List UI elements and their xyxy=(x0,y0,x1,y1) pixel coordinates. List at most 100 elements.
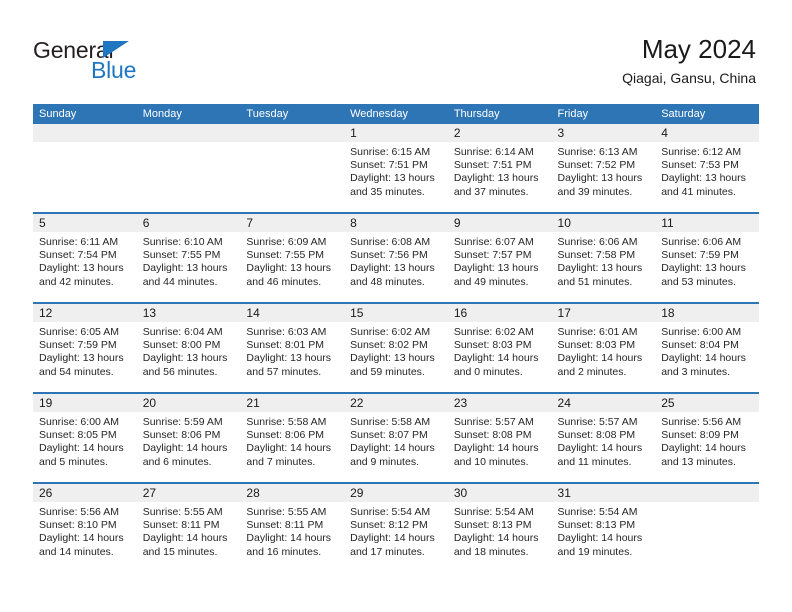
day-number[interactable]: 17 xyxy=(552,304,656,322)
day-cell[interactable]: Sunrise: 6:14 AM Sunset: 7:51 PM Daylight:… xyxy=(448,142,552,212)
day-number-row: 1234 xyxy=(33,124,759,142)
week-row: 19 20 21 22 23 24 25 Sunrise: 6:00 AM Sunset: 8:… xyxy=(33,392,759,482)
day-number[interactable]: 20 xyxy=(137,394,241,412)
sunrise-text: Sunrise: 6:09 AM xyxy=(246,236,327,248)
day-number-row: 5 6 7 8 9 10 11 xyxy=(33,214,759,232)
daylight-line1-text: Daylight: 13 hours xyxy=(453,172,539,185)
sunset-text: Sunset: 7:51 PM xyxy=(453,159,532,172)
daylight-line2-text: and 37 minutes. xyxy=(453,185,529,198)
day-number[interactable]: 22 xyxy=(344,394,448,412)
day-cell[interactable]: Sunrise: 6:01 AM Sunset: 8:03 PM Daylight:… xyxy=(552,322,656,392)
day-cell[interactable]: Sunrise: 5:57 AM Sunset: 8:08 PM Daylight:… xyxy=(552,412,656,482)
day-cell[interactable]: Sunrise: 6:02 AM Sunset: 8:02 PM Daylight:… xyxy=(344,322,448,392)
daylight-line2-text: and 44 minutes. xyxy=(142,275,218,288)
day-cell[interactable]: Sunrise: 6:06 AM Sunset: 7:58 PM Daylight:… xyxy=(552,232,656,302)
sunset-text: Sunset: 7:55 PM xyxy=(142,249,221,262)
day-number[interactable]: 19 xyxy=(33,394,137,412)
day-cell[interactable]: Sunrise: 6:07 AM Sunset: 7:57 PM Daylight:… xyxy=(448,232,552,302)
daylight-line2-text: and 48 minutes. xyxy=(350,275,425,288)
daylight-line2-text: and 59 minutes. xyxy=(350,365,425,378)
day-number[interactable]: 14 xyxy=(240,304,344,322)
day-cell[interactable]: Sunrise: 5:55 AM Sunset: 8:11 PM Daylight:… xyxy=(240,502,344,572)
sunrise-text: Sunrise: 6:14 AM xyxy=(453,146,534,158)
day-cell[interactable]: Sunrise: 5:56 AM Sunset: 8:10 PM Daylight:… xyxy=(33,502,137,572)
day-cell[interactable]: Sunrise: 5:58 AM Sunset: 8:06 PM Daylight:… xyxy=(240,412,344,482)
day-number[interactable]: 8 xyxy=(344,214,448,232)
day-detail-row: Sunrise: 6:00 AM Sunset: 8:05 PM Daylight:… xyxy=(33,412,759,482)
day-cell[interactable]: Sunrise: 5:59 AM Sunset: 8:06 PM Daylight:… xyxy=(137,412,241,482)
day-number[interactable]: 28 xyxy=(240,484,344,502)
day-cell[interactable]: Sunrise: 5:54 AM Sunset: 8:13 PM Daylight:… xyxy=(448,502,552,572)
day-number[interactable]: 7 xyxy=(240,214,344,232)
weekday-header-row: Sunday Monday Tuesday Wednesday Thursday Frid… xyxy=(33,104,759,124)
day-number[interactable]: 25 xyxy=(655,394,759,412)
day-cell[interactable]: Sunrise: 6:09 AM Sunset: 7:55 PM Daylight:… xyxy=(240,232,344,302)
day-number[interactable]: 5 xyxy=(33,214,137,232)
day-cell[interactable]: Sunrise: 6:06 AM Sunset: 7:59 PM Daylight:… xyxy=(655,232,759,302)
sunrise-text: Sunrise: 6:08 AM xyxy=(350,236,431,248)
daylight-line1-text: Daylight: 14 hours xyxy=(142,442,228,455)
sunset-text: Sunset: 8:13 PM xyxy=(453,519,532,532)
day-number[interactable]: 15 xyxy=(344,304,448,322)
day-number[interactable]: 13 xyxy=(137,304,241,322)
day-number[interactable]: 4 xyxy=(655,124,759,142)
day-number[interactable]: 6 xyxy=(137,214,241,232)
day-number[interactable]: 31 xyxy=(552,484,656,502)
day-cell[interactable]: Sunrise: 6:00 AM Sunset: 8:05 PM Daylight:… xyxy=(33,412,137,482)
day-cell[interactable]: Sunrise: 5:55 AM Sunset: 8:11 PM Daylight:… xyxy=(137,502,241,572)
day-number[interactable]: 18 xyxy=(655,304,759,322)
day-number xyxy=(655,484,759,502)
day-number[interactable]: 27 xyxy=(137,484,241,502)
sunrise-text: Sunrise: 5:54 AM xyxy=(350,506,431,518)
day-number[interactable]: 9 xyxy=(448,214,552,232)
day-cell[interactable]: Sunrise: 6:02 AM Sunset: 8:03 PM Daylight:… xyxy=(448,322,552,392)
daylight-line1-text: Daylight: 13 hours xyxy=(453,262,539,275)
sunset-text: Sunset: 7:57 PM xyxy=(453,249,532,262)
day-number[interactable]: 11 xyxy=(655,214,759,232)
day-number[interactable]: 2 xyxy=(448,124,552,142)
day-number[interactable]: 26 xyxy=(33,484,137,502)
sunset-text: Sunset: 7:59 PM xyxy=(661,249,739,262)
day-cell[interactable]: Sunrise: 6:00 AM Sunset: 8:04 PM Daylight:… xyxy=(655,322,759,392)
day-cell[interactable]: Sunrise: 6:11 AM Sunset: 7:54 PM Daylight:… xyxy=(33,232,137,302)
day-number[interactable]: 16 xyxy=(448,304,552,322)
day-number[interactable]: 10 xyxy=(552,214,656,232)
daylight-line1-text: Daylight: 14 hours xyxy=(453,442,539,455)
day-cell[interactable]: Sunrise: 5:57 AM Sunset: 8:08 PM Daylight:… xyxy=(448,412,552,482)
day-cell[interactable]: Sunrise: 5:54 AM Sunset: 8:13 PM Daylight:… xyxy=(552,502,656,572)
general-blue-logo[interactable]: General Blue xyxy=(33,38,213,84)
day-cell[interactable]: Sunrise: 6:13 AM Sunset: 7:52 PM Daylight:… xyxy=(552,142,656,212)
sunrise-text: Sunrise: 6:10 AM xyxy=(142,236,223,248)
day-cell[interactable]: Sunrise: 5:56 AM Sunset: 8:09 PM Daylight:… xyxy=(655,412,759,482)
day-number[interactable]: 24 xyxy=(552,394,656,412)
day-number xyxy=(137,124,241,142)
day-cell[interactable]: Sunrise: 6:15 AM Sunset: 7:51 PM Daylight:… xyxy=(344,142,448,212)
day-cell[interactable]: Sunrise: 5:58 AM Sunset: 8:07 PM Daylight:… xyxy=(344,412,448,482)
day-cell[interactable]: Sunrise: 5:54 AM Sunset: 8:12 PM Daylight:… xyxy=(344,502,448,572)
day-cell[interactable]: Sunrise: 6:10 AM Sunset: 7:55 PM Daylight:… xyxy=(137,232,241,302)
day-number[interactable]: 30 xyxy=(448,484,552,502)
week-row: 26 27 28 29 30 31 Sunrise: 5:56 AM Sunset: 8:10… xyxy=(33,482,759,572)
daylight-line1-text: Daylight: 14 hours xyxy=(39,442,124,455)
day-cell[interactable]: Sunrise: 6:03 AM Sunset: 8:01 PM Daylight:… xyxy=(240,322,344,392)
day-cell[interactable]: Sunrise: 6:05 AM Sunset: 7:59 PM Daylight:… xyxy=(33,322,137,392)
day-number[interactable]: 12 xyxy=(33,304,137,322)
day-cell[interactable]: Sunrise: 6:04 AM Sunset: 8:00 PM Daylight:… xyxy=(137,322,241,392)
sunset-text: Sunset: 8:11 PM xyxy=(142,519,220,532)
day-number[interactable]: 21 xyxy=(240,394,344,412)
sunset-text: Sunset: 7:54 PM xyxy=(39,249,117,262)
day-cell[interactable]: Sunrise: 6:08 AM Sunset: 7:56 PM Daylight:… xyxy=(344,232,448,302)
calendar-grid: Sunday Monday Tuesday Wednesday Thursday Frid… xyxy=(33,104,759,572)
day-number[interactable]: 3 xyxy=(552,124,656,142)
day-number[interactable]: 1 xyxy=(344,124,448,142)
daylight-line2-text: and 13 minutes. xyxy=(661,455,736,468)
daylight-line1-text: Daylight: 13 hours xyxy=(39,352,124,365)
daylight-line2-text: and 9 minutes. xyxy=(350,455,419,468)
day-number[interactable]: 29 xyxy=(344,484,448,502)
week-row: 5 6 7 8 9 10 11 Sunrise: 6:11 AM Sunset: 7:54 PM… xyxy=(33,212,759,302)
day-number[interactable]: 23 xyxy=(448,394,552,412)
daylight-line2-text: and 51 minutes. xyxy=(557,275,633,288)
weekday-header-wednesday: Wednesday xyxy=(350,108,408,120)
day-cell[interactable]: Sunrise: 6:12 AM Sunset: 7:53 PM Daylight:… xyxy=(655,142,759,212)
sunset-text: Sunset: 7:56 PM xyxy=(350,249,428,262)
